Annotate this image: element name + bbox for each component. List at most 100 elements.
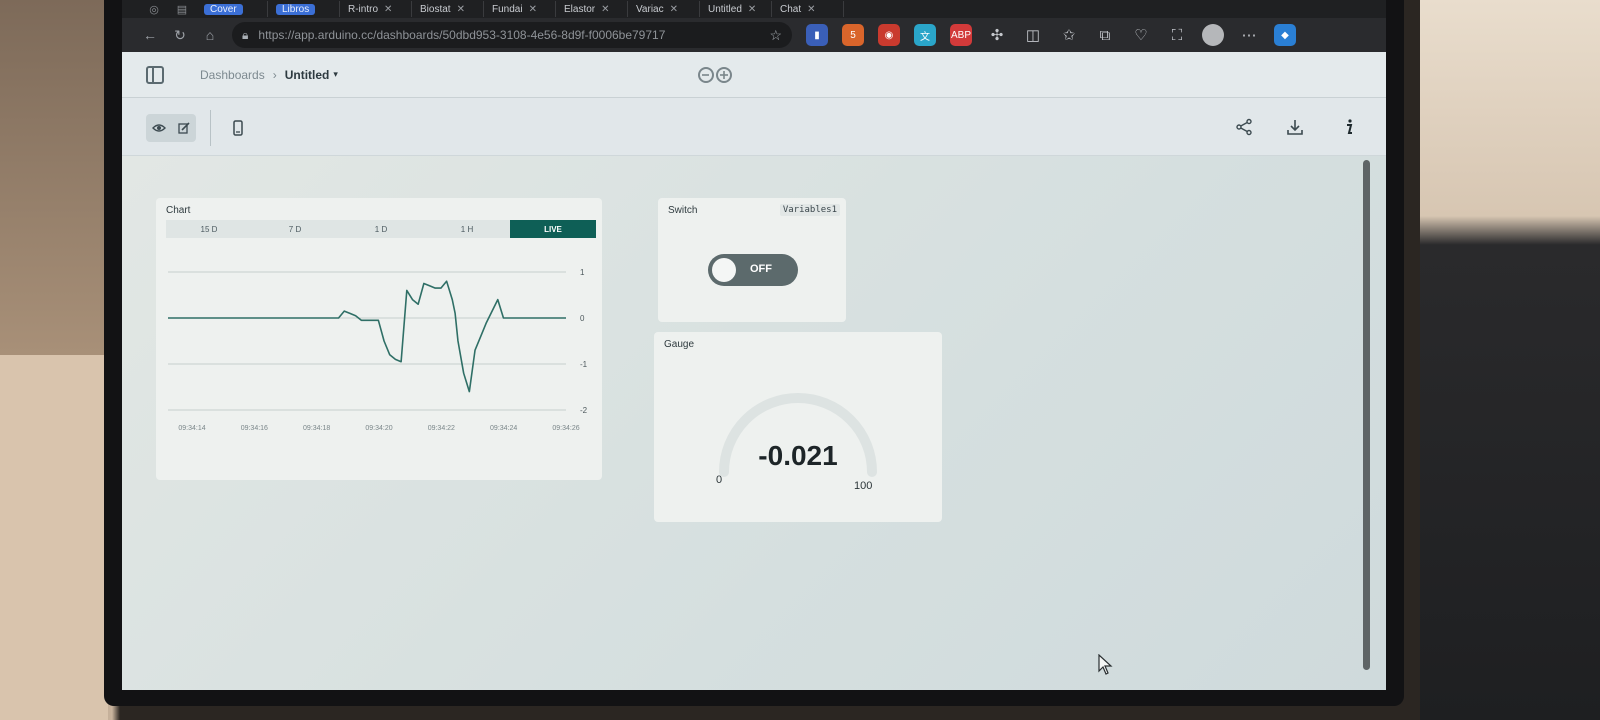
- mouse-cursor-icon: [1098, 654, 1113, 675]
- gauge-min-label: 0: [716, 474, 723, 486]
- browser-tab[interactable]: Variac ✕: [630, 1, 700, 17]
- close-tab-icon[interactable]: ✕: [670, 4, 678, 15]
- dashboard-title[interactable]: Untitled: [285, 68, 330, 82]
- range-button-7d[interactable]: 7 D: [252, 220, 338, 238]
- chart-y-tick-label: -2: [580, 406, 588, 415]
- browser-tab[interactable]: Libros: [270, 1, 340, 17]
- info-button[interactable]: [1334, 112, 1364, 142]
- copilot-icon[interactable]: ◆: [1274, 24, 1296, 46]
- screenshot-icon[interactable]: ⛶: [1166, 27, 1188, 44]
- mobile-view-button[interactable]: [230, 118, 246, 138]
- browser-tab[interactable]: R-intro ✕: [342, 1, 412, 17]
- eye-icon: [151, 124, 166, 132]
- switch-toggle[interactable]: OFF: [708, 254, 798, 286]
- chart-y-tick-label: 1: [580, 268, 585, 277]
- range-button-1h[interactable]: 1 H: [424, 220, 510, 238]
- share-icon: [1236, 118, 1252, 136]
- tab-list: Cover Libros R-intro ✕ Biostat ✕ Fundai ✕ Elasto…: [198, 1, 844, 17]
- browser-tab[interactable]: Untitled ✕: [702, 1, 772, 17]
- chart-x-tick-label: 09:34:24: [490, 425, 517, 432]
- share-button[interactable]: [1229, 112, 1259, 142]
- browser-tab-label: R-intro: [348, 3, 379, 15]
- toolbar-divider: [210, 110, 211, 146]
- gauge-widget-title: Gauge: [664, 339, 695, 350]
- gauge-widget: Gauge -0.021 0 100: [654, 332, 942, 522]
- heart-icon[interactable]: ♡: [1130, 26, 1152, 44]
- vertical-scrollbar[interactable]: [1363, 160, 1370, 670]
- address-bar[interactable]: 🔒︎ https://app.arduino.cc/dashboards/50d…: [232, 22, 792, 48]
- chart-widget[interactable]: Chart 15 D7 D1 D1 H LIVE 1 0 -1 -2 09:34:14 09…: [156, 198, 602, 480]
- browser-tab-label: Cover: [204, 3, 243, 15]
- browser-tab-label: Chat: [780, 3, 802, 15]
- browser-tab-strip: ◎ ▤ Cover Libros R-intro ✕ Biostat ✕ Fundai ✕ El…: [122, 0, 1386, 18]
- browser-tab-label: Untitled: [708, 3, 742, 15]
- gauge-max-label: 100: [854, 480, 873, 492]
- mode-toggle: [146, 114, 196, 142]
- lock-icon: 🔒︎: [242, 27, 249, 42]
- browser-tab[interactable]: Cover: [198, 1, 268, 17]
- breadcrumb-separator-icon: ›: [272, 67, 277, 82]
- phone-icon: [233, 120, 243, 136]
- chart-series-line: [168, 280, 566, 393]
- info-icon: [1347, 119, 1353, 134]
- browser-tab-label: Biostat: [420, 3, 451, 15]
- pencil-icon: [177, 122, 190, 134]
- download-button[interactable]: [1280, 112, 1310, 142]
- dashboard-canvas: Chart 15 D7 D1 D1 H LIVE 1 0 -1 -2 09:34:14 09…: [122, 156, 1386, 690]
- chart-x-tick-label: 09:34:16: [241, 425, 268, 432]
- switch-widget-title: Switch: [668, 205, 698, 216]
- breadcrumb-dashboards[interactable]: Dashboards: [200, 68, 265, 82]
- url-text: https://app.arduino.cc/dashboards/50dbd9…: [258, 28, 666, 42]
- arduino-logo-icon: [698, 67, 732, 83]
- range-button-live[interactable]: LIVE: [510, 220, 596, 238]
- chart-widget-title: Chart: [166, 205, 191, 216]
- title-dropdown-icon[interactable]: ▾: [333, 69, 338, 80]
- toggle-state-label: OFF: [750, 263, 772, 275]
- background-wall: [0, 0, 108, 355]
- browser-tab[interactable]: Fundai ✕: [486, 1, 556, 17]
- screen: ◎ ▤ Cover Libros R-intro ✕ Biostat ✕ Fundai ✕ El…: [122, 0, 1386, 690]
- close-tab-icon[interactable]: ✕: [529, 4, 537, 15]
- range-button-1d[interactable]: 1 D: [338, 220, 424, 238]
- refresh-icon[interactable]: ↻: [172, 27, 188, 44]
- translate-ext-icon[interactable]: 文: [914, 24, 936, 46]
- tab-actions-icon[interactable]: ▤: [170, 3, 194, 16]
- sidebar-toggle-icon[interactable]: [146, 65, 164, 84]
- puzzle-icon[interactable]: ✣: [986, 26, 1008, 44]
- time-range-selector: 15 D7 D1 D1 H LIVE: [166, 220, 596, 238]
- chart-y-tick-label: 0: [580, 314, 585, 323]
- close-tab-icon[interactable]: ✕: [807, 4, 815, 15]
- edit-mode-button[interactable]: [171, 114, 196, 142]
- browser-tab[interactable]: Chat ✕: [774, 1, 844, 17]
- split-screen-icon[interactable]: ◫: [1022, 26, 1044, 44]
- chart-x-tick-label: 09:34:18: [303, 425, 330, 432]
- back-icon[interactable]: ←: [142, 27, 158, 43]
- gauge-value: -0.021: [758, 440, 838, 471]
- favorites-icon[interactable]: ✩: [1058, 26, 1080, 44]
- close-tab-icon[interactable]: ✕: [384, 4, 392, 15]
- home-icon[interactable]: ⌂: [202, 27, 218, 43]
- extensions-bar: ▮ 5 ◉ 文 ABP: [806, 24, 972, 46]
- browser-tab-label: Variac: [636, 3, 664, 15]
- download-icon: [1287, 120, 1303, 135]
- adblock-ext-icon[interactable]: ABP: [950, 24, 972, 46]
- profile-avatar[interactable]: [1202, 24, 1224, 46]
- browser-tab[interactable]: Elastor ✕: [558, 1, 628, 17]
- range-button-15d[interactable]: 15 D: [166, 220, 252, 238]
- collections-icon[interactable]: ⧉: [1094, 27, 1116, 44]
- browser-toolbar: ← ↻ ⌂ 🔒︎ https://app.arduino.cc/dashboar…: [122, 18, 1386, 52]
- more-menu-icon[interactable]: ⋯: [1238, 26, 1260, 44]
- bookmark-ext-icon[interactable]: ▮: [806, 24, 828, 46]
- switch-widget: Switch Variables1 OFF: [658, 198, 846, 322]
- close-tab-icon[interactable]: ✕: [601, 4, 609, 15]
- html5-ext-icon[interactable]: 5: [842, 24, 864, 46]
- app-header: Dashboards › Untitled ▾: [122, 52, 1386, 98]
- red-ext-icon[interactable]: ◉: [878, 24, 900, 46]
- view-mode-button[interactable]: [146, 114, 171, 142]
- close-tab-icon[interactable]: ✕: [748, 4, 756, 15]
- close-tab-icon[interactable]: ✕: [457, 4, 465, 15]
- browser-tab[interactable]: Biostat ✕: [414, 1, 484, 17]
- workspaces-icon[interactable]: ◎: [142, 3, 166, 16]
- chart-x-tick-label: 09:34:26: [552, 425, 579, 432]
- favorite-star-icon[interactable]: ☆: [769, 27, 782, 44]
